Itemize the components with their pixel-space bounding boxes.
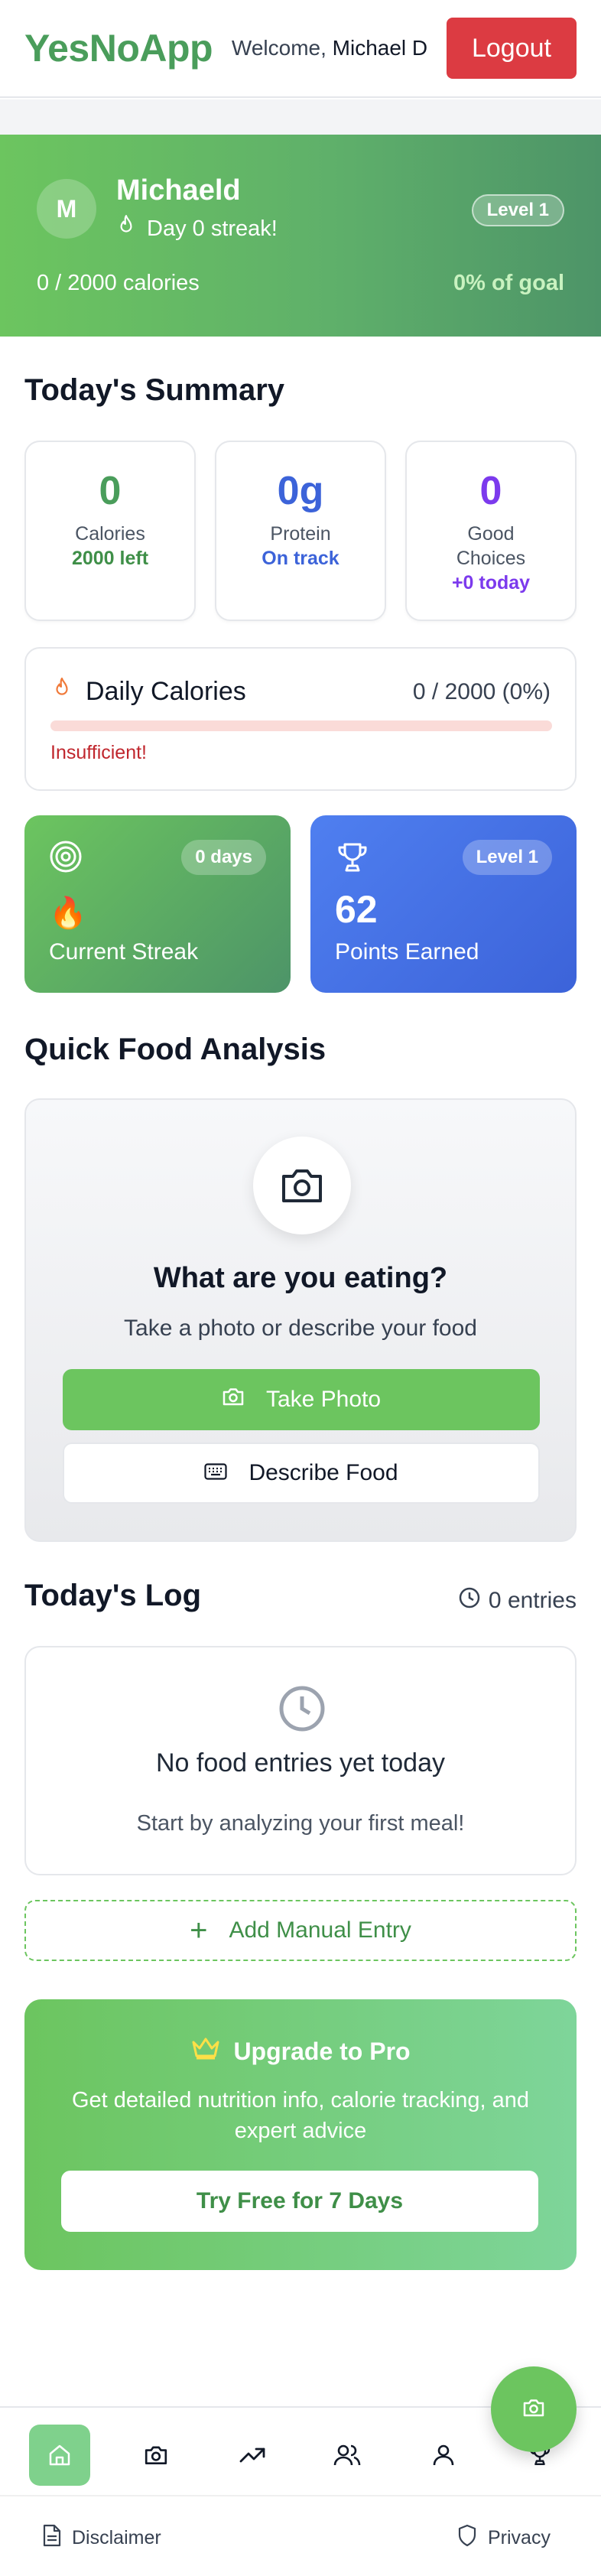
profile-banner: M Michaeld Day 0 streak! Level 1 0 / 200… bbox=[0, 135, 601, 337]
trending-icon[interactable] bbox=[222, 2425, 283, 2486]
profile-calories: 0 / 2000 calories bbox=[37, 271, 200, 295]
plus-icon: + bbox=[190, 1914, 208, 1947]
summary-title: Today's Summary bbox=[24, 373, 284, 407]
camera-icon[interactable] bbox=[253, 1137, 351, 1234]
streak-text: Day 0 streak! bbox=[147, 216, 278, 241]
level-badge: Level 1 bbox=[471, 194, 564, 226]
upgrade-card: Upgrade to Pro Get detailed nutrition in… bbox=[24, 1999, 577, 2270]
users-icon[interactable] bbox=[317, 2425, 378, 2486]
flame-icon bbox=[116, 214, 136, 243]
daily-calories-value: 0 / 2000 (0%) bbox=[412, 679, 551, 704]
avatar[interactable]: M bbox=[37, 179, 96, 239]
summary-label: Good Choices bbox=[456, 523, 526, 569]
summary-value: 0 bbox=[479, 469, 502, 513]
streak-tile[interactable]: 0 days 🔥 Current Streak bbox=[24, 815, 291, 993]
summary-card-good-choices[interactable]: 0 Good Choices +0 today bbox=[405, 441, 577, 621]
logout-button[interactable]: Logout bbox=[446, 18, 577, 79]
log-empty-card: No food entries yet today Start by analy… bbox=[24, 1646, 577, 1875]
app-header: YesNoApp Welcome, Michael D Logout bbox=[0, 0, 601, 98]
log-empty-subtitle: Start by analyzing your first meal! bbox=[136, 1811, 465, 1836]
upgrade-title: Upgrade to Pro bbox=[233, 2037, 411, 2065]
points-tile[interactable]: Level 1 62 Points Earned bbox=[310, 815, 577, 993]
camera-icon bbox=[522, 2398, 545, 2422]
quick-food-subtitle: Take a photo or describe your food bbox=[124, 1316, 477, 1341]
summary-card-calories[interactable]: 0 Calories 2000 left bbox=[24, 441, 196, 621]
profile-name: Michaeld bbox=[116, 174, 241, 207]
describe-food-label: Describe Food bbox=[249, 1460, 398, 1485]
quick-food-card: What are you eating? Take a photo or des… bbox=[24, 1098, 577, 1542]
disclaimer-label: Disclaimer bbox=[72, 2527, 161, 2548]
shield-icon bbox=[457, 2524, 477, 2552]
points-label: Points Earned bbox=[335, 939, 479, 964]
welcome-text: Welcome, Michael D bbox=[232, 36, 427, 60]
welcome-user-name: Michael D bbox=[332, 36, 428, 60]
quick-food-heading: What are you eating? bbox=[153, 1262, 448, 1294]
daily-calories-status: Insufficient! bbox=[50, 742, 148, 763]
daily-calories-title: Daily Calories bbox=[86, 677, 246, 706]
header-divider bbox=[0, 99, 601, 135]
add-manual-entry-label: Add Manual Entry bbox=[229, 1917, 411, 1943]
log-title: Today's Log bbox=[24, 1579, 201, 1612]
daily-calories-progress bbox=[50, 720, 552, 731]
trophy-icon bbox=[335, 840, 370, 879]
clock-icon bbox=[458, 1586, 481, 1615]
summary-sub: On track bbox=[262, 548, 339, 569]
profile-goal-percent: 0% of goal bbox=[453, 271, 564, 295]
clock-icon bbox=[278, 1684, 326, 1737]
summary-sub: 2000 left bbox=[71, 548, 149, 569]
document-icon bbox=[43, 2524, 61, 2552]
upgrade-description: Get detailed nutrition info, calorie tra… bbox=[71, 2088, 530, 2143]
summary-value: 0g bbox=[277, 469, 324, 513]
upgrade-heading: Upgrade to Pro bbox=[24, 2036, 577, 2067]
welcome-prefix: Welcome, bbox=[231, 36, 326, 60]
daily-calories-heading: Daily Calories bbox=[52, 676, 246, 707]
daily-calories-card: Daily Calories 0 / 2000 (0%) Insufficien… bbox=[24, 647, 577, 791]
log-entries-text: 0 entries bbox=[488, 1588, 577, 1613]
flame-icon bbox=[52, 676, 72, 707]
home-icon[interactable] bbox=[29, 2425, 90, 2486]
keyboard-icon bbox=[204, 1460, 228, 1486]
fire-emoji-icon: 🔥 bbox=[49, 896, 87, 930]
profile-streak: Day 0 streak! bbox=[116, 214, 278, 243]
user-icon[interactable] bbox=[413, 2425, 474, 2486]
summary-card-protein[interactable]: 0g Protein On track bbox=[215, 441, 386, 621]
footer: Disclaimer Privacy bbox=[0, 2495, 601, 2576]
summary-sub: +0 today bbox=[451, 572, 531, 594]
crown-icon bbox=[190, 2036, 221, 2067]
add-manual-entry-button[interactable]: + Add Manual Entry bbox=[24, 1900, 577, 1961]
disclaimer-link[interactable]: Disclaimer bbox=[43, 2524, 161, 2552]
points-value: 62 bbox=[335, 888, 378, 931]
summary-label: Calories bbox=[75, 523, 145, 545]
summary-label: Protein bbox=[270, 523, 331, 545]
quick-capture-button[interactable] bbox=[491, 2366, 577, 2452]
target-icon bbox=[49, 840, 83, 877]
streak-days-badge: 0 days bbox=[181, 840, 266, 875]
take-photo-button[interactable]: Take Photo bbox=[63, 1369, 540, 1430]
points-level-badge: Level 1 bbox=[462, 840, 552, 875]
streak-label: Current Streak bbox=[49, 939, 199, 964]
camera-icon bbox=[222, 1387, 245, 1413]
camera-icon[interactable] bbox=[125, 2425, 187, 2486]
log-entries-count: 0 entries bbox=[458, 1586, 577, 1615]
privacy-label: Privacy bbox=[488, 2527, 551, 2548]
brand-logo[interactable]: YesNoApp bbox=[24, 26, 213, 70]
quick-food-title: Quick Food Analysis bbox=[24, 1033, 326, 1066]
describe-food-button[interactable]: Describe Food bbox=[63, 1442, 540, 1504]
log-empty-title: No food entries yet today bbox=[155, 1748, 445, 1778]
privacy-link[interactable]: Privacy bbox=[457, 2524, 551, 2552]
take-photo-label: Take Photo bbox=[265, 1387, 382, 1412]
try-free-button[interactable]: Try Free for 7 Days bbox=[61, 2171, 538, 2232]
summary-value: 0 bbox=[99, 469, 122, 513]
